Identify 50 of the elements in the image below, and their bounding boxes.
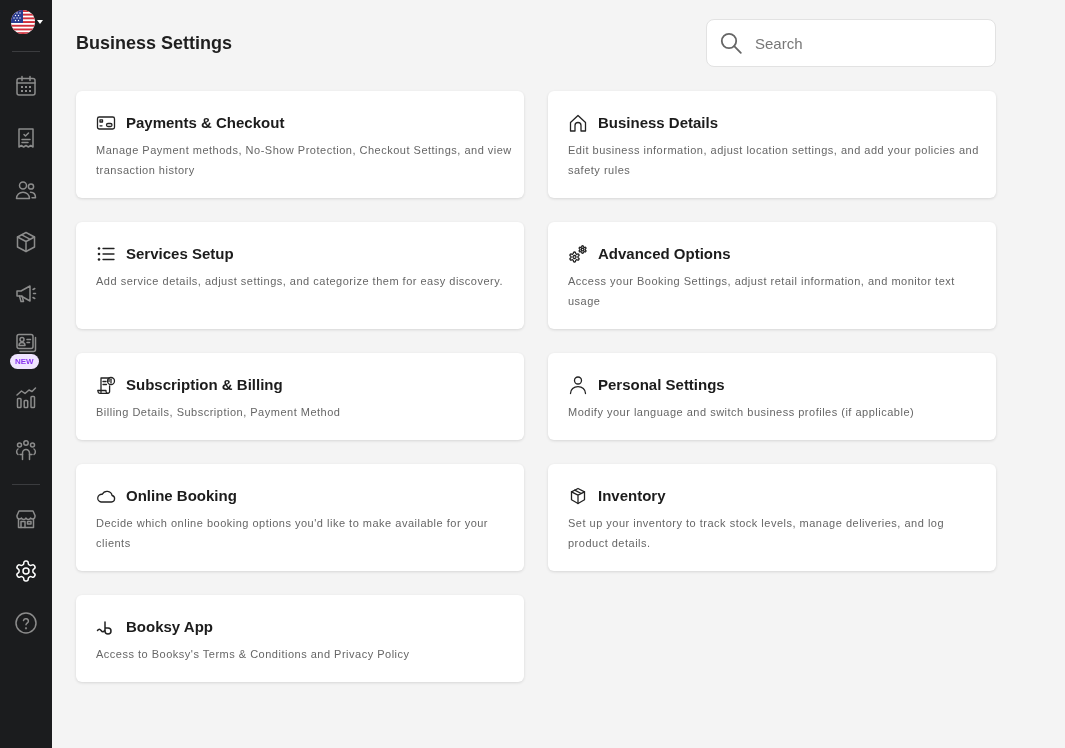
card-description: Access to Booksy's Terms & Conditions and Privacy Policy [96, 647, 411, 662]
card-title: Business Details [598, 113, 719, 133]
card-title: Inventory [598, 486, 666, 506]
gears-icon [568, 244, 588, 264]
page-title: Business Settings [76, 31, 233, 55]
settings-card[interactable]: Subscription & Billing Billing Details, Subscription, Payment Method [76, 353, 524, 440]
card-title: Subscription & Billing [126, 375, 283, 395]
search-field[interactable]: Search [706, 19, 996, 67]
box-icon [568, 486, 588, 506]
caret-icon [37, 20, 43, 24]
help-icon [14, 611, 38, 635]
settings-card[interactable]: Advanced Options Access your Booking Settings, adjust retail information, and monitor text usage [548, 222, 996, 329]
receipt-coin-icon [96, 375, 116, 395]
card-title: Payments & Checkout [126, 113, 285, 133]
search-icon [720, 32, 742, 54]
card-title: Personal Settings [598, 375, 725, 395]
settings-card[interactable]: Personal Settings Modify your language and switch business profiles (if applicable) [548, 353, 996, 440]
people-icon [14, 178, 38, 202]
card-description: Edit business information, adjust location settings, and add your policies and safety rules [568, 143, 980, 178]
card-title: Booksy App [126, 617, 213, 637]
card-description: Modify your language and switch business profiles (if applicable) [568, 405, 916, 420]
us-flag-icon [11, 10, 35, 34]
settings-card[interactable]: Booksy App Access to Booksy's Terms & Conditions and Privacy Policy [76, 595, 524, 682]
card-title: Advanced Options [598, 244, 731, 264]
new-badge: NEW [10, 354, 39, 369]
settings-card[interactable]: Services Setup Add service details, adjust settings, and categorize them for easy discovery. [76, 222, 524, 329]
card-description: Add service details, adjust settings, and categorize them for easy discovery. [96, 274, 504, 289]
card-description: Set up your inventory to track stock levels, manage deliveries, and log product details. [568, 516, 946, 551]
card-description: Manage Payment methods, No-Show Protection, Checkout Settings, and view transaction history [96, 143, 513, 178]
box-icon [14, 230, 38, 254]
settings-card[interactable]: Payments & Checkout Manage Payment methods, No-Show Protection, Checkout Settings, and view transaction history [76, 91, 524, 198]
contact-card-icon [14, 331, 38, 355]
person-icon [568, 375, 588, 395]
card-title: Services Setup [126, 244, 234, 264]
card-title: Online Booking [126, 486, 237, 506]
team-icon [14, 438, 38, 462]
card-description: Billing Details, Subscription, Payment Method [96, 405, 342, 420]
list-icon [96, 244, 116, 264]
payment-card-icon [96, 113, 116, 133]
settings-card[interactable]: Online Booking Decide which online booking options you'd like to make available for your clients [76, 464, 524, 571]
store-icon [14, 507, 38, 531]
nav-item[interactable]: NEW [0, 320, 52, 372]
calendar-icon [14, 74, 38, 98]
settings-card[interactable]: Business Details Edit business information, adjust location settings, and add your policies and safety rules [548, 91, 996, 198]
card-description: Access your Booking Settings, adjust retail information, and monitor text usage [568, 274, 956, 309]
card-description: Decide which online booking options you'd like to make available for your clients [96, 516, 490, 551]
settings-icon [14, 559, 38, 583]
bar-chart-icon [14, 386, 38, 410]
house-icon [568, 113, 588, 133]
settings-card[interactable]: Inventory Set up your inventory to track stock levels, manage deliveries, and log product details. [548, 464, 996, 571]
